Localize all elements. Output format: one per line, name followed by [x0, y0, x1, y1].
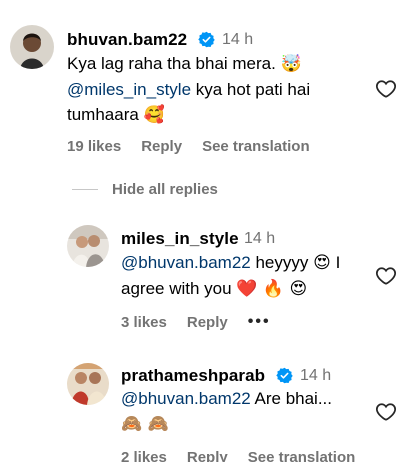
see-translation-button[interactable]: See translation — [248, 449, 356, 462]
comment-actions: 2 likes Reply See translation — [121, 449, 355, 462]
timestamp: 14 h — [300, 367, 332, 384]
mention-link[interactable]: @bhuvan.bam22 — [121, 253, 251, 272]
reply-prathamesh: prathameshparab 14 h @bhuvan.bam22 Are b… — [0, 355, 411, 462]
comment-line: I — [330, 253, 341, 272]
timestamp: 14 h — [222, 31, 254, 48]
username[interactable]: prathameshparab — [121, 366, 265, 386]
heart-outline-icon[interactable] — [375, 401, 397, 423]
comment-line: heyyyy — [250, 253, 309, 272]
heart-outline-icon[interactable] — [375, 265, 397, 287]
timestamp: 14 h — [244, 230, 276, 247]
comment-line: Kya lag raha tha bhai mera. — [67, 54, 276, 73]
verified-badge-icon — [198, 31, 215, 48]
avatar[interactable] — [10, 25, 54, 69]
hide-replies-label: Hide all replies — [112, 181, 218, 198]
reply-button[interactable]: Reply — [187, 449, 228, 462]
comment-line: Are bhai... — [250, 389, 333, 408]
exploding-head-emoji: 🤯 — [280, 54, 302, 74]
likes-count[interactable]: 19 likes — [67, 138, 121, 155]
smiling-hearts-emoji: 🥰 — [143, 105, 165, 125]
username[interactable]: miles_in_style — [121, 229, 239, 249]
reply-button[interactable]: Reply — [187, 314, 228, 331]
heart-eyes-emoji: 😍 — [313, 253, 331, 273]
comment-line: tumhaara — [67, 105, 139, 124]
more-options-icon[interactable]: ••• — [248, 313, 271, 331]
comment-bhuvan: bhuvan.bam22 14 h Kya lag raha tha bhai … — [0, 0, 411, 170]
divider-line — [72, 189, 98, 190]
see-translation-button[interactable]: See translation — [202, 138, 310, 155]
comment-line: agree with you — [121, 279, 232, 298]
comment-actions: 19 likes Reply See translation — [67, 138, 310, 155]
reply-miles: miles_in_style 14 h @bhuvan.bam22 heyyyy… — [0, 215, 411, 335]
likes-count[interactable]: 2 likes — [121, 449, 167, 462]
heart-outline-icon[interactable] — [375, 78, 397, 100]
emoji-group: ❤️ 🔥 😍 — [236, 279, 308, 299]
likes-count[interactable]: 3 likes — [121, 314, 167, 331]
comment-line: kya hot pati hai — [191, 80, 311, 99]
avatar[interactable] — [67, 225, 109, 267]
hide-replies-toggle[interactable]: Hide all replies — [72, 181, 218, 198]
mention-link[interactable]: @miles_in_style — [67, 80, 191, 99]
reply-button[interactable]: Reply — [141, 138, 182, 155]
see-no-evil-monkey-emoji: 🙈 🙈 — [121, 414, 169, 434]
avatar[interactable] — [67, 363, 109, 405]
username[interactable]: bhuvan.bam22 — [67, 30, 187, 50]
comment-actions: 3 likes Reply ••• — [121, 313, 271, 331]
comment-text: @bhuvan.bam22 heyyyy 😍 I agree with you … — [121, 250, 371, 302]
comment-text: @bhuvan.bam22 Are bhai... 🙈 🙈 — [121, 386, 371, 437]
comment-text: Kya lag raha tha bhai mera. 🤯 @miles_in_… — [67, 51, 367, 128]
verified-badge-icon — [276, 367, 293, 384]
mention-link[interactable]: @bhuvan.bam22 — [121, 389, 251, 408]
